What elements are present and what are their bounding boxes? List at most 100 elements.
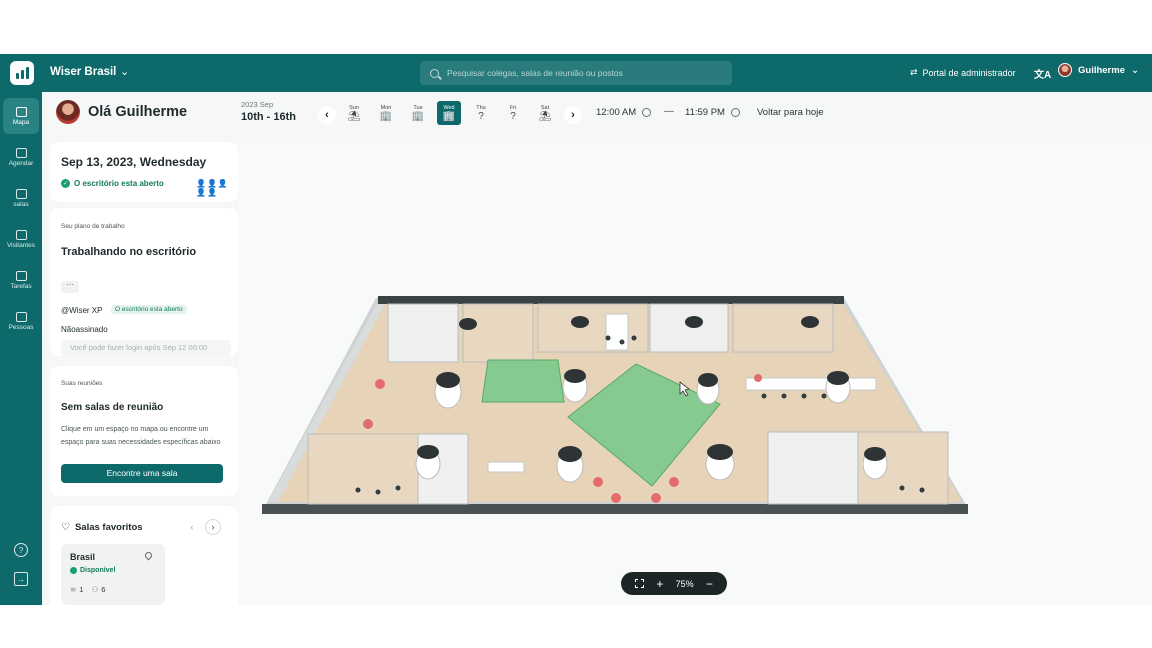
visitor-icon <box>15 229 27 240</box>
translate-icon[interactable]: 文A <box>1034 66 1051 81</box>
app-logo-icon[interactable] <box>10 61 34 85</box>
time-start[interactable]: 12:00 AM <box>596 107 652 118</box>
top-bar: Wiser Brasil ⌄ ⇄ Portal de administrador… <box>0 54 1152 92</box>
question-icon: ? <box>478 110 484 122</box>
zoom-controls: + 75% − <box>621 572 727 595</box>
user-menu[interactable]: Guilherme ⌄ <box>1058 63 1139 77</box>
swap-icon: ⇄ <box>910 67 918 77</box>
back-to-today-link[interactable]: Voltar para hoje <box>757 107 824 118</box>
rail-item-mapa[interactable]: Mapa <box>3 98 39 134</box>
search-input[interactable] <box>447 68 717 78</box>
more-options-button[interactable]: ··· <box>61 281 79 293</box>
rail-item-label: Tarefas <box>10 282 32 290</box>
day-name: Wed <box>443 104 455 111</box>
rail-item-label: Agendar <box>8 159 34 167</box>
prev-week-button[interactable]: ‹ <box>318 106 336 124</box>
time-separator: — <box>664 106 674 117</box>
check-circle-icon: ✓ <box>61 179 70 188</box>
day-name: Mon <box>380 104 392 111</box>
clock-icon <box>642 108 652 117</box>
question-icon: ? <box>510 110 516 122</box>
time-start-label: 12:00 AM <box>596 107 637 118</box>
people-icon <box>15 311 27 322</box>
admin-portal-link[interactable]: ⇄ Portal de administrador <box>910 67 1016 78</box>
rail-item-tarefas[interactable]: Tarefas <box>3 262 39 298</box>
layers-icon: ≋ <box>70 585 77 594</box>
beach-icon: ⛱ <box>538 110 552 122</box>
rail-item-label: Pessoas <box>8 323 34 331</box>
week-range[interactable]: 10th - 16th <box>241 111 296 123</box>
people-icon: ⚇ <box>91 585 99 594</box>
capacity-count: 6 <box>101 585 106 594</box>
floor-count: 1 <box>79 585 84 594</box>
rail-item-agendar[interactable]: Agendar <box>3 139 39 175</box>
help-icon[interactable]: ? <box>14 543 28 557</box>
work-plan-value[interactable]: Trabalhando no escritório <box>61 246 196 258</box>
chevron-down-icon[interactable]: ⌄ <box>120 65 129 78</box>
tasks-icon <box>15 270 27 281</box>
day-mon[interactable]: Mon 🏢 <box>374 101 398 125</box>
zoom-out-button[interactable]: − <box>706 578 713 590</box>
login-hint: Você pode fazer login após Sep 12 00:00 <box>61 340 231 356</box>
rail-item-label: salas <box>13 200 29 208</box>
rail-item-visitantes[interactable]: Visitantes <box>3 221 39 257</box>
favorites-next-button[interactable]: › <box>205 519 221 535</box>
zoom-level: 75% <box>675 578 694 589</box>
selected-date: Sep 13, 2023, Wednesday <box>61 155 207 169</box>
fit-screen-icon[interactable] <box>635 579 645 588</box>
calendar-icon <box>15 147 27 158</box>
day-sat[interactable]: Sat ⛱ <box>533 101 557 125</box>
meetings-card: Suas reuniões Sem salas de reunião Cliqu… <box>50 366 238 496</box>
org-name[interactable]: Wiser Brasil <box>50 66 116 78</box>
meetings-empty-title: Sem salas de reunião <box>61 402 164 413</box>
rail-item-label: Mapa <box>12 118 30 126</box>
day-name: Fri <box>509 104 517 111</box>
day-name: Sat <box>540 104 550 111</box>
favorite-room-card[interactable]: Brasil Disponível ≋ 1 ⚇ 6 <box>61 544 165 605</box>
floor-map[interactable] <box>238 142 1152 605</box>
meeting-room-small <box>481 359 565 403</box>
time-end-label: 11:59 PM <box>685 107 725 118</box>
beach-icon: ⛱ <box>347 110 361 122</box>
favorite-room-status-label: Disponível <box>80 567 116 574</box>
search-bar[interactable] <box>420 61 732 85</box>
heart-icon: ♡ <box>61 522 70 533</box>
work-plan-card: Seu plano de trabalho Trabalhando no esc… <box>50 208 238 356</box>
available-dot-icon <box>70 567 77 574</box>
office-status-label: O escritório esta aberto <box>74 179 164 188</box>
favorites-title: Salas favoritos <box>74 522 143 533</box>
day-wed[interactable]: Wed 🏢 <box>437 101 461 125</box>
avatar <box>56 100 80 124</box>
office-name: @Wiser XP <box>61 306 103 315</box>
day-thu[interactable]: Thu ? <box>469 101 493 125</box>
rail-item-label: Visitantes <box>6 241 36 249</box>
day-tue[interactable]: Tue 🏢 <box>406 101 430 125</box>
favorite-room-status: Disponível <box>70 567 115 574</box>
rail-item-salas[interactable]: salas <box>3 180 39 216</box>
logout-icon[interactable]: → <box>14 572 28 586</box>
favorite-room-stats: ≋ 1 ⚇ 6 <box>70 585 105 594</box>
search-icon <box>430 68 439 78</box>
status-badge: O escritório esta aberto <box>111 305 187 314</box>
favorite-room-name: Brasil <box>70 552 96 562</box>
meetings-heading: Suas reuniões <box>61 380 103 387</box>
time-end[interactable]: 11:59 PM <box>685 107 740 118</box>
favorites-card: ♡ Salas favoritos ‹ › Brasil Disponível … <box>50 506 238 605</box>
rail-item-pessoas[interactable]: Pessoas <box>3 303 39 339</box>
favorites-prev-button[interactable]: ‹ <box>184 519 200 535</box>
day-sun[interactable]: Sun ⛱ <box>342 101 366 125</box>
clock-icon <box>730 108 740 117</box>
office-icon: 🏢 <box>411 110 425 122</box>
location-pin-icon[interactable] <box>143 550 154 561</box>
week-year: 2023 Sep <box>241 100 274 109</box>
favorites-heading: ♡ Salas favoritos <box>61 522 143 533</box>
home-icon <box>15 106 27 117</box>
next-week-button[interactable]: › <box>564 106 582 124</box>
greeting: Olá Guilherme <box>88 104 188 120</box>
floor-plan-3d[interactable] <box>238 142 1152 605</box>
zoom-in-button[interactable]: + <box>656 578 663 590</box>
find-room-button[interactable]: Encontre uma sala <box>61 464 223 483</box>
chevron-down-icon: ⌄ <box>1131 64 1139 76</box>
day-fri[interactable]: Fri ? <box>501 101 525 125</box>
left-rail: Mapa Agendar salas Visitantes Tarefas Pe… <box>0 92 42 605</box>
